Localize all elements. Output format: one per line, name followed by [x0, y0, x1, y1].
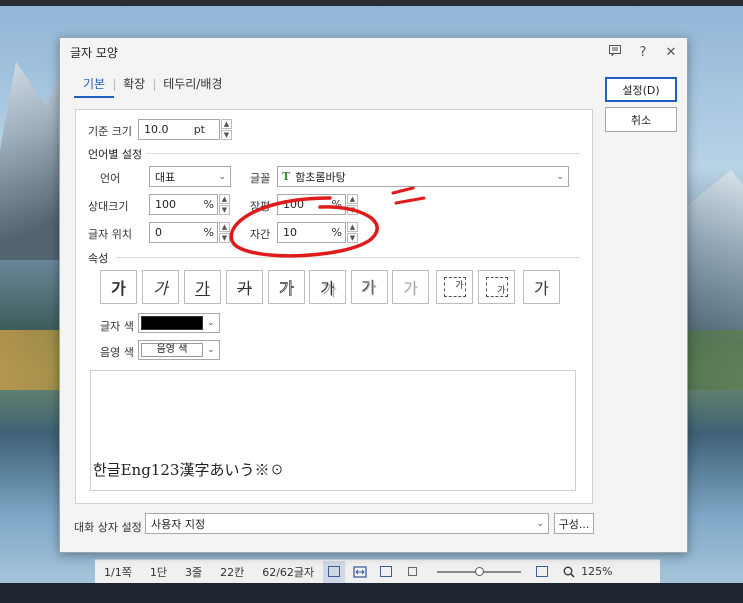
status-column: 1단: [149, 565, 167, 579]
dialog-title: 글자 모양: [70, 45, 118, 60]
language-value: 대표: [155, 170, 176, 184]
fit-page-icon[interactable]: [375, 561, 397, 583]
preview-text: 한글Eng123漢字あいう※☉: [93, 461, 285, 479]
zoom-out-box-icon[interactable]: [401, 561, 423, 583]
dialog-titlebar[interactable]: 글자 모양 ? ✕: [60, 38, 687, 66]
char-spacing-unit: %: [331, 226, 342, 239]
language-label: 언어: [100, 172, 121, 185]
char-spacing-input[interactable]: 10 %: [277, 222, 346, 243]
char-position-value: 0: [155, 226, 162, 239]
italic-button[interactable]: 가: [142, 270, 179, 304]
text-color-swatch: [141, 316, 203, 330]
superscript-icon: 가: [443, 277, 466, 297]
font-label: 글꼴: [250, 172, 271, 185]
width-ratio-label: 장평: [250, 200, 271, 213]
chevron-down-icon: ⌄: [207, 318, 215, 328]
underline-button[interactable]: 가: [184, 270, 221, 304]
bold-button[interactable]: 가: [100, 270, 137, 304]
width-ratio-spinner[interactable]: ▲ ▼: [347, 194, 358, 215]
width-ratio-value: 100: [283, 198, 304, 211]
status-line: 3줄: [184, 565, 203, 579]
tab-bar: 기본 확장 테두리/배경: [74, 74, 231, 98]
text-color-label: 글자 색: [100, 320, 134, 333]
base-size-value: 10.0: [144, 123, 169, 136]
lang-section-divider: [146, 153, 580, 154]
char-position-label: 글자 위치: [88, 228, 132, 241]
zoom-slider-knob[interactable]: [475, 566, 485, 576]
relative-size-label: 상대크기: [88, 200, 129, 213]
char-position-unit: %: [203, 226, 214, 239]
shadow-button[interactable]: 가: [309, 270, 346, 304]
attributes-divider: [116, 257, 580, 258]
truetype-font-icon: T: [282, 170, 291, 183]
attributes-title: 속성: [88, 252, 109, 265]
char-spacing-label: 자간: [250, 228, 271, 241]
tab-basic[interactable]: 기본: [74, 74, 115, 98]
shade-color-picker[interactable]: 음영 색 ⌄: [138, 340, 220, 360]
text-color-picker[interactable]: ⌄: [138, 313, 220, 333]
preview-box: 한글Eng123漢字あいう※☉: [90, 370, 576, 491]
superscript-button[interactable]: 가: [436, 270, 473, 304]
base-size-unit: pt: [193, 123, 205, 136]
subscript-button[interactable]: 가: [478, 270, 515, 304]
engrave-button[interactable]: 가: [392, 270, 429, 304]
lang-section-title: 언어별 설정: [88, 148, 143, 161]
configure-label: 구성...: [558, 517, 590, 531]
status-page: 1/1쪽: [104, 565, 132, 579]
relative-size-spinner[interactable]: ▲ ▼: [219, 194, 230, 215]
emboss-button[interactable]: 가: [351, 270, 388, 304]
width-ratio-input[interactable]: 100 %: [277, 194, 346, 215]
base-size-spinner[interactable]: ▲ ▼: [221, 119, 232, 140]
char-position-spinner[interactable]: ▲ ▼: [219, 222, 230, 243]
relative-size-unit: %: [203, 198, 214, 211]
base-size-label: 기준 크기: [88, 125, 132, 138]
char-spacing-value: 10: [283, 226, 297, 239]
configure-button[interactable]: 구성...: [554, 513, 594, 534]
zoom-slider[interactable]: [437, 566, 522, 576]
dialog-settings-select[interactable]: 사용자 지정 ⌄: [145, 513, 549, 534]
magnifier-icon[interactable]: [563, 566, 575, 578]
zoom-in-box-icon[interactable]: [531, 561, 553, 583]
screen-frame-top: [0, 0, 743, 6]
ok-button[interactable]: 설정(D): [605, 77, 677, 102]
strikethrough-button[interactable]: 가: [226, 270, 263, 304]
tab-extended[interactable]: 확장: [114, 74, 154, 98]
cancel-button[interactable]: 취소: [605, 107, 677, 132]
chevron-down-icon: ⌄: [536, 518, 544, 529]
char-position-input[interactable]: 0 %: [149, 222, 218, 243]
chevron-down-icon: ⌄: [556, 171, 564, 182]
status-bar: 1/1쪽 1단 3줄 22칸 62/62글자 125%: [95, 559, 660, 583]
dialog-settings-value: 사용자 지정: [151, 517, 206, 531]
base-size-input[interactable]: 10.0 pt: [138, 119, 220, 140]
relative-size-value: 100: [155, 198, 176, 211]
relative-size-input[interactable]: 100 %: [149, 194, 218, 215]
char-shape-dialog: 글자 모양 ? ✕ 기본 확장 테두리/배경 설정(D) 취소 기준 크기 10…: [59, 37, 688, 553]
chevron-down-icon: ⌄: [207, 345, 215, 355]
char-spacing-spinner[interactable]: ▲ ▼: [347, 222, 358, 243]
status-count: 62/62글자: [262, 565, 315, 579]
outline-button[interactable]: 가: [268, 270, 305, 304]
shade-color-value: 음영 색: [141, 343, 203, 357]
close-icon[interactable]: ✕: [665, 45, 677, 60]
zoom-level[interactable]: 125%: [581, 565, 612, 578]
screen-frame-bottom: [0, 583, 743, 603]
font-value: 함초롬바탕: [295, 170, 346, 184]
dialog-settings-label: 대화 상자 설정: [74, 521, 142, 534]
font-select[interactable]: T 함초롬바탕 ⌄: [277, 166, 569, 187]
fit-width-icon[interactable]: [349, 561, 371, 583]
shade-color-label: 음영 색: [100, 346, 134, 359]
subscript-icon: 가: [485, 277, 508, 297]
language-select[interactable]: 대표 ⌄: [149, 166, 231, 187]
help-icon[interactable]: ?: [637, 45, 649, 60]
dialog-settings-row: 대화 상자 설정 사용자 지정 ⌄ 구성...: [60, 513, 689, 543]
status-char: 22칸: [220, 565, 245, 579]
page-view-icon[interactable]: [323, 560, 346, 583]
tab-border-background[interactable]: 테두리/배경: [154, 74, 231, 98]
chevron-down-icon: ⌄: [218, 171, 226, 182]
normal-position-button[interactable]: 가: [523, 270, 560, 304]
comment-icon[interactable]: [609, 44, 621, 60]
width-ratio-unit: %: [331, 198, 342, 211]
